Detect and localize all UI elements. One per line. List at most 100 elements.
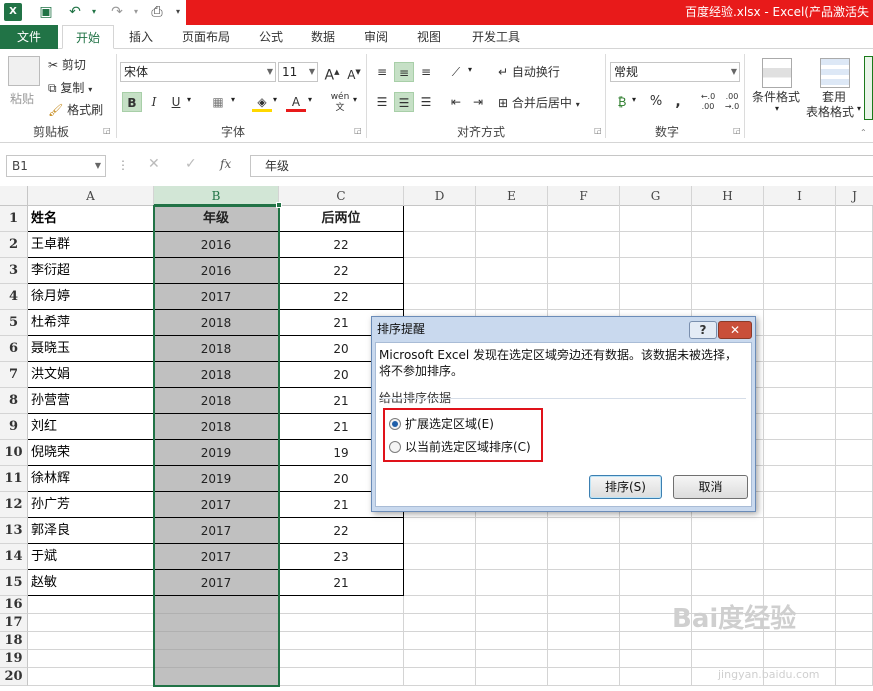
row-header[interactable]: 3 <box>0 258 28 284</box>
grid-cell[interactable] <box>836 388 873 414</box>
table-cell[interactable]: 22 <box>279 518 404 544</box>
orientation-dropdown-icon[interactable]: ▾ <box>468 65 472 74</box>
grid-cell[interactable] <box>620 232 692 258</box>
font-color-dropdown-icon[interactable]: ▾ <box>308 95 312 104</box>
increase-font-icon[interactable]: A▲ <box>322 62 342 84</box>
grid-cell[interactable] <box>620 570 692 596</box>
table-cell[interactable]: 洪文娟 <box>28 362 154 388</box>
grid-cell[interactable] <box>279 650 404 668</box>
fill-color-icon[interactable]: ◈ <box>252 92 272 112</box>
borders-icon[interactable]: ▦ <box>208 92 228 112</box>
grid-cell[interactable] <box>764 258 836 284</box>
paste-button[interactable]: 粘贴 <box>10 88 34 110</box>
grid-cell[interactable] <box>476 570 548 596</box>
grid-cell[interactable] <box>28 668 154 686</box>
grid-cell[interactable] <box>764 388 836 414</box>
grid-cell[interactable] <box>28 650 154 668</box>
grid-cell[interactable] <box>836 614 873 632</box>
sort-button[interactable]: 排序(S) <box>589 475 662 499</box>
grid-cell[interactable] <box>548 518 620 544</box>
table-cell[interactable]: 2017 <box>154 544 279 570</box>
grid-cell[interactable] <box>404 570 476 596</box>
borders-dropdown-icon[interactable]: ▾ <box>231 95 235 104</box>
undo-icon[interactable]: ↶ <box>64 2 86 22</box>
wrap-text-button[interactable]: ↵ 自动换行 <box>498 61 560 83</box>
row-header[interactable]: 18 <box>0 632 28 650</box>
name-box[interactable]: B1 ▼ <box>6 155 106 177</box>
grid-cell[interactable] <box>476 284 548 310</box>
grid-cell[interactable] <box>836 570 873 596</box>
row-header[interactable]: 7 <box>0 362 28 388</box>
grid-cell[interactable] <box>764 466 836 492</box>
table-cell[interactable]: 22 <box>279 284 404 310</box>
decrease-indent-icon[interactable]: ⇤ <box>446 92 466 112</box>
row-header[interactable]: 13 <box>0 518 28 544</box>
grid-cell[interactable] <box>154 632 279 650</box>
tab-file[interactable]: 文件 <box>0 25 58 49</box>
grid-cell[interactable] <box>476 650 548 668</box>
grid-cell[interactable] <box>764 492 836 518</box>
grid-cell[interactable] <box>764 518 836 544</box>
table-cell[interactable]: 孙营营 <box>28 388 154 414</box>
row-header[interactable]: 9 <box>0 414 28 440</box>
table-cell[interactable]: 2019 <box>154 440 279 466</box>
customize-toolbar-icon[interactable]: ▾ <box>172 2 184 22</box>
table-cell[interactable]: 杜希萍 <box>28 310 154 336</box>
font-size-select[interactable]: 11 ▼ <box>278 62 318 82</box>
grid-cell[interactable] <box>836 518 873 544</box>
grid-cell[interactable] <box>548 284 620 310</box>
bold-button[interactable]: B <box>122 92 142 112</box>
table-cell[interactable]: 2018 <box>154 414 279 440</box>
table-cell[interactable]: 2018 <box>154 388 279 414</box>
grid-cell[interactable] <box>404 614 476 632</box>
grid-cell[interactable] <box>836 206 873 232</box>
decrease-font-icon[interactable]: A▼ <box>344 62 364 82</box>
grid-cell[interactable] <box>548 650 620 668</box>
table-cell[interactable]: 李衍超 <box>28 258 154 284</box>
table-cell[interactable]: 21 <box>279 570 404 596</box>
grid-cell[interactable] <box>404 284 476 310</box>
close-icon[interactable]: ✕ <box>718 321 752 339</box>
grid-cell[interactable] <box>28 596 154 614</box>
table-cell[interactable]: 孙广芳 <box>28 492 154 518</box>
grid-cell[interactable] <box>279 668 404 686</box>
formula-input[interactable]: 年级 <box>250 155 873 177</box>
italic-button[interactable]: I <box>144 92 164 112</box>
align-center-icon[interactable]: ☰ <box>394 92 414 112</box>
grid-cell[interactable] <box>764 414 836 440</box>
grid-cell[interactable] <box>836 414 873 440</box>
grid-cell[interactable] <box>764 206 836 232</box>
grid-cell[interactable] <box>620 650 692 668</box>
column-header-j[interactable]: J <box>836 186 873 206</box>
grid-cell[interactable] <box>764 362 836 388</box>
grid-cell[interactable] <box>620 518 692 544</box>
row-header[interactable]: 15 <box>0 570 28 596</box>
grid-cell[interactable] <box>279 614 404 632</box>
tab-view[interactable]: 视图 <box>406 25 452 49</box>
font-launcher-icon[interactable]: ◲ <box>354 126 362 135</box>
tab-insert[interactable]: 插入 <box>118 25 164 49</box>
table-cell[interactable]: 2017 <box>154 570 279 596</box>
cancel-entry-icon[interactable]: ✕ <box>148 156 160 172</box>
grid-cell[interactable] <box>548 206 620 232</box>
tab-home[interactable]: 开始 <box>62 25 114 49</box>
grid-cell[interactable] <box>692 206 764 232</box>
grid-cell[interactable] <box>404 206 476 232</box>
align-top-icon[interactable]: ≡ <box>372 62 392 82</box>
grid-cell[interactable] <box>836 632 873 650</box>
grid-cell[interactable] <box>836 492 873 518</box>
grid-cell[interactable] <box>548 258 620 284</box>
grid-cell[interactable] <box>404 258 476 284</box>
row-header[interactable]: 5 <box>0 310 28 336</box>
phonetic-dropdown-icon[interactable]: ▾ <box>353 95 357 104</box>
grid-cell[interactable] <box>764 440 836 466</box>
grid-cell[interactable] <box>404 596 476 614</box>
table-cell[interactable]: 于斌 <box>28 544 154 570</box>
row-header[interactable]: 11 <box>0 466 28 492</box>
grid-cell[interactable] <box>476 206 548 232</box>
grid-cell[interactable] <box>476 544 548 570</box>
grid-cell[interactable] <box>28 614 154 632</box>
grid-cell[interactable] <box>404 632 476 650</box>
print-preview-icon[interactable]: ⎙ <box>147 2 167 22</box>
grid-cell[interactable] <box>28 632 154 650</box>
